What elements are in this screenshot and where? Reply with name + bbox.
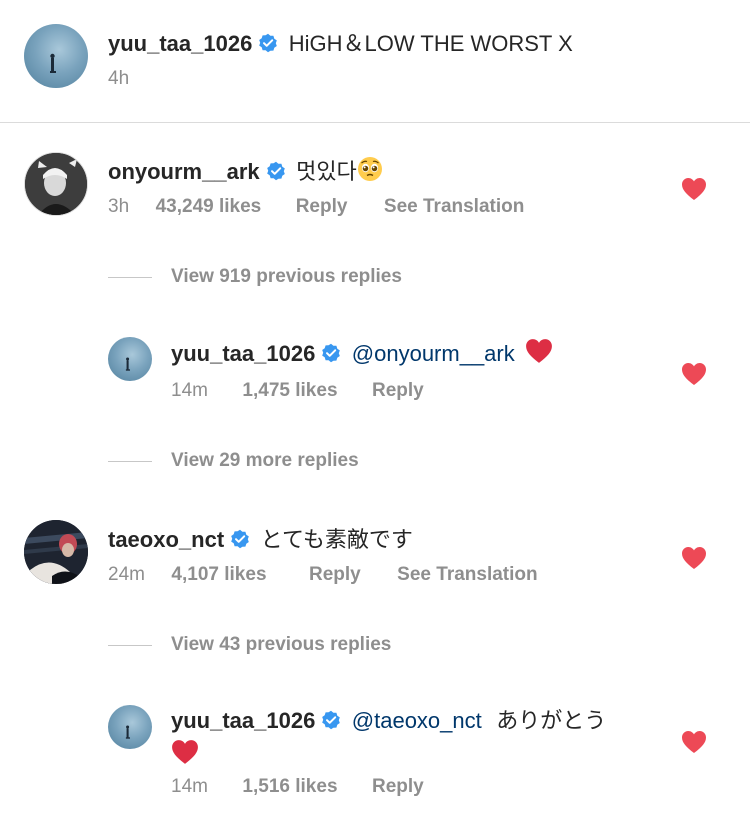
caption-divider	[0, 122, 750, 123]
reply-avatar[interactable]	[108, 337, 152, 381]
reply-username[interactable]: yuu_taa_1026	[171, 341, 315, 366]
post-caption-line: yuu_taa_1026 HiGH＆LOW THE WORST X	[108, 26, 573, 58]
verified-badge-icon	[258, 33, 278, 53]
reply-button[interactable]: Reply	[372, 380, 424, 401]
reply-button[interactable]: Reply	[296, 196, 348, 217]
post-caption: HiGH＆LOW THE WORST X	[288, 31, 573, 56]
comment-meta: 3h 43,249 likes Reply See Translation	[108, 196, 524, 218]
comment-time: 24m	[108, 564, 145, 585]
verified-badge-icon	[266, 161, 286, 181]
comment-line: taeoxo_nct とても素敵です	[108, 522, 413, 554]
reply-line: yuu_taa_1026 @taeoxo_nct ありがとう	[171, 706, 651, 776]
comment-avatar-onyourm[interactable]	[24, 152, 88, 216]
verified-badge-icon	[230, 529, 250, 549]
pleading-face-emoji-icon	[357, 156, 383, 187]
reply-likes[interactable]: 1,475 likes	[242, 380, 337, 401]
post-author-avatar[interactable]	[24, 24, 88, 88]
comment-text: とても素敵です	[260, 527, 413, 552]
comment-line: onyourm__ark 멋있다	[108, 154, 383, 187]
like-heart-icon[interactable]	[681, 546, 707, 570]
reply-avatar[interactable]	[108, 705, 152, 749]
red-heart-emoji-icon	[171, 739, 199, 776]
comment-meta: 24m 4,107 likes Reply See Translation	[108, 564, 538, 586]
view-previous-replies-button[interactable]: View 919 previous replies	[171, 266, 402, 288]
like-heart-icon[interactable]	[681, 730, 707, 754]
post-author-username[interactable]: yuu_taa_1026	[108, 31, 252, 56]
reply-likes[interactable]: 1,516 likes	[242, 776, 337, 797]
comment-text: 멋있다	[296, 159, 357, 184]
comment-likes[interactable]: 4,107 likes	[171, 564, 266, 585]
replies-line	[108, 277, 152, 278]
reply-mention-link[interactable]: @onyourm__ark	[352, 341, 515, 366]
replies-line	[108, 645, 152, 646]
reply-text: ありがとう	[496, 708, 607, 733]
like-heart-icon[interactable]	[681, 177, 707, 201]
reply-button[interactable]: Reply	[309, 564, 361, 585]
view-previous-replies-button[interactable]: View 43 previous replies	[171, 634, 391, 656]
comment-username[interactable]: taeoxo_nct	[108, 527, 224, 552]
reply-meta: 14m 1,516 likes Reply	[171, 776, 424, 798]
red-heart-emoji-icon	[525, 338, 553, 369]
reply-button[interactable]: Reply	[372, 776, 424, 797]
reply-mention-link[interactable]: @taeoxo_nct	[352, 708, 482, 733]
comment-username[interactable]: onyourm__ark	[108, 159, 260, 184]
replies-line	[108, 461, 152, 462]
reply-time: 14m	[171, 776, 208, 797]
comment-time: 3h	[108, 196, 130, 217]
verified-badge-icon	[321, 343, 341, 363]
like-heart-icon[interactable]	[681, 362, 707, 386]
comment-avatar-taeoxo[interactable]	[24, 520, 88, 584]
reply-meta: 14m 1,475 likes Reply	[171, 380, 424, 402]
see-translation-button[interactable]: See Translation	[397, 564, 537, 585]
see-translation-button[interactable]: See Translation	[384, 196, 524, 217]
reply-line: yuu_taa_1026 @onyourm__ark	[171, 338, 553, 369]
reply-username[interactable]: yuu_taa_1026	[171, 708, 315, 733]
verified-badge-icon	[321, 710, 341, 730]
comment-likes[interactable]: 43,249 likes	[156, 196, 262, 217]
post-timestamp: 4h	[108, 68, 130, 89]
view-more-replies-button[interactable]: View 29 more replies	[171, 450, 359, 472]
reply-time: 14m	[171, 380, 208, 401]
